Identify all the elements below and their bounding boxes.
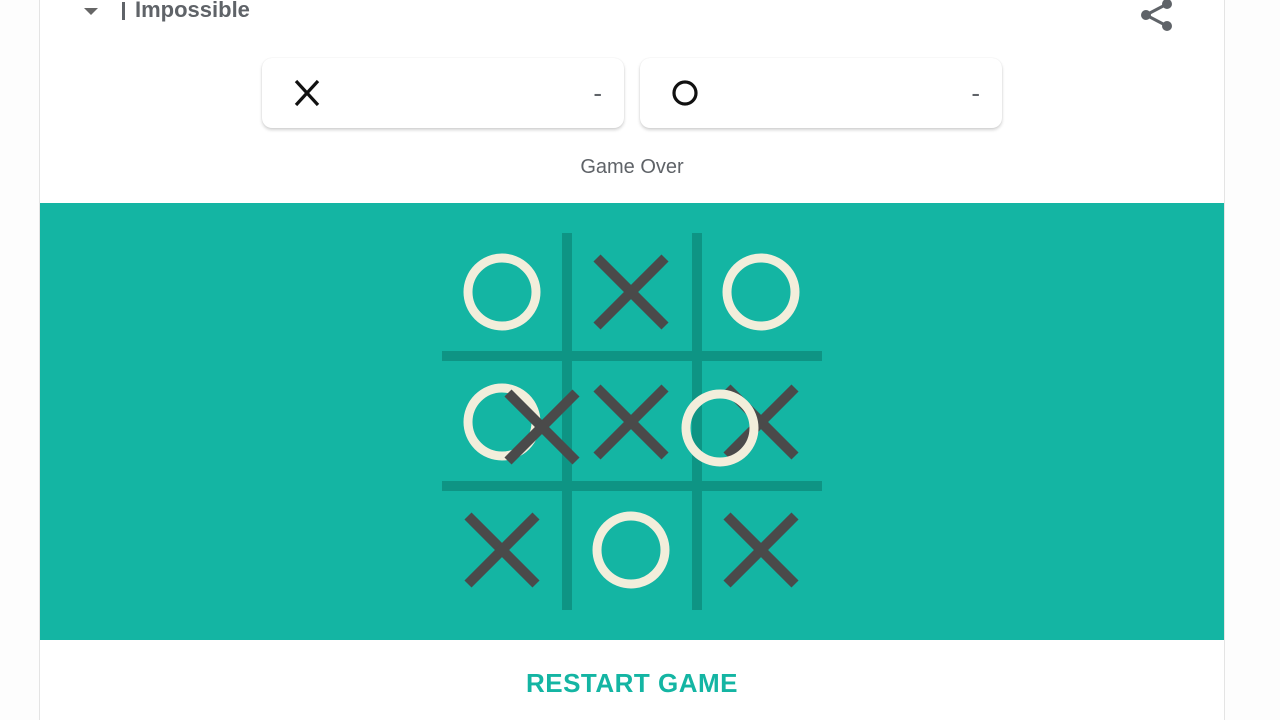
difficulty-dropdown[interactable]: Impossible xyxy=(84,0,250,26)
score-card-o: - xyxy=(640,58,1002,128)
board-cell-2-1[interactable] xyxy=(569,488,693,612)
board xyxy=(440,230,823,612)
x-player-icon xyxy=(294,79,320,107)
o-player-icon xyxy=(672,80,698,106)
difficulty-label: Impossible xyxy=(135,0,250,22)
board-area xyxy=(40,203,1224,640)
score-x-value: - xyxy=(593,78,602,108)
game-header: Impossible xyxy=(40,0,1224,31)
board-cell-0-0[interactable] xyxy=(440,230,564,354)
game-status: Game Over xyxy=(580,156,684,178)
share-icon[interactable] xyxy=(1138,0,1178,36)
page: Impossible - - Game Over RESTART GAME xyxy=(0,0,1280,720)
difficulty-separator xyxy=(122,2,125,20)
game-card: Impossible - - Game Over RESTART GAME xyxy=(39,0,1225,720)
caret-down-icon xyxy=(84,7,98,15)
board-cell-0-2[interactable] xyxy=(699,230,823,354)
score-o-value: - xyxy=(971,78,980,108)
score-card-x: - xyxy=(262,58,624,128)
restart-button[interactable]: RESTART GAME xyxy=(40,668,1224,699)
